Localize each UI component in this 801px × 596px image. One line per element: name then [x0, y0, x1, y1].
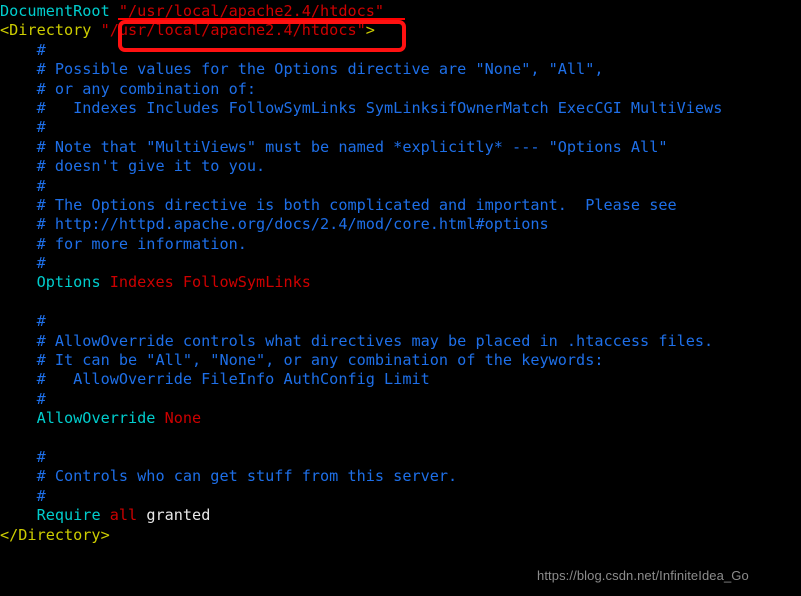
line-12-comment: # http://httpd.apache.org/docs/2.4/mod/c…: [0, 215, 801, 234]
line-14-comment: #: [0, 254, 801, 273]
line-10-comment: #: [0, 177, 801, 196]
line-18-comment: # AllowOverride controls what directives…: [0, 332, 801, 351]
line-19-comment: # It can be "All", "None", or any combin…: [0, 351, 801, 370]
line-23-blank: [0, 429, 801, 448]
line-6-comment: # Indexes Includes FollowSymLinks SymLin…: [0, 99, 801, 118]
code-token-comment: # AllowOverride controls what directives…: [0, 331, 714, 350]
line-17-comment: #: [0, 312, 801, 331]
line-4-comment: # Possible values for the Options direct…: [0, 60, 801, 79]
code-token-tag: >: [365, 21, 375, 40]
code-token-tag: <Directory: [0, 21, 101, 40]
code-token-comment: # The Options directive is both complica…: [0, 195, 677, 214]
watermark-url: https://blog.csdn.net/InfiniteIdea_Go: [537, 568, 749, 583]
code-token-value: all: [109, 506, 138, 525]
code-token-comment: # for more information.: [0, 234, 247, 253]
line-26-comment: #: [0, 487, 801, 506]
line-16-blank: [0, 293, 801, 312]
line-3-comment: #: [0, 41, 801, 60]
code-token-comment: # http://httpd.apache.org/docs/2.4/mod/c…: [0, 215, 549, 234]
code-token-comment: # AllowOverride FileInfo AuthConfig Limi…: [0, 370, 430, 389]
config-file-content[interactable]: DocumentRoot "/usr/local/apache2.4/htdoc…: [0, 2, 801, 545]
code-token-comment: #: [0, 389, 46, 408]
line-9-comment: # doesn't give it to you.: [0, 157, 801, 176]
line-11-comment: # The Options directive is both complica…: [0, 196, 801, 215]
line-13-comment: # for more information.: [0, 235, 801, 254]
code-token-comment: #: [0, 254, 46, 273]
code-token-value: Indexes FollowSymLinks: [109, 273, 311, 292]
code-token-comment: #: [0, 118, 46, 137]
code-token-directive: AllowOverride: [36, 409, 156, 428]
code-token-comment: # or any combination of:: [0, 79, 257, 98]
code-token-directive: Require: [36, 506, 101, 525]
code-token-comment: # doesn't give it to you.: [0, 157, 266, 176]
line-28-directory-close: </Directory>: [0, 526, 801, 545]
terminal-window: DocumentRoot "/usr/local/apache2.4/htdoc…: [0, 0, 801, 596]
code-token-value: None: [164, 409, 202, 428]
line-22-allowoverride: AllowOverride None: [0, 409, 801, 428]
line-25-comment: # Controls who can get stuff from this s…: [0, 467, 801, 486]
line-2-directory-open: <Directory "/usr/local/apache2.4/htdocs"…: [0, 21, 801, 40]
code-token-comment: #: [0, 447, 46, 466]
code-token-comment: # Controls who can get stuff from this s…: [0, 467, 458, 486]
code-token-comment: # Indexes Includes FollowSymLinks SymLin…: [0, 98, 723, 117]
code-token-comment: #: [0, 40, 46, 59]
code-token-value: "/usr/local/apache2.4/htdocs": [100, 21, 366, 40]
line-24-comment: #: [0, 448, 801, 467]
line-20-comment: # AllowOverride FileInfo AuthConfig Limi…: [0, 370, 801, 389]
red-underline-annotation: [118, 18, 405, 20]
line-15-options: Options Indexes FollowSymLinks: [0, 273, 801, 292]
line-21-comment: #: [0, 390, 801, 409]
code-token-comment: # Note that "MultiViews" must be named *…: [0, 137, 668, 156]
code-token-comment: #: [0, 176, 46, 195]
line-5-comment: # or any combination of:: [0, 80, 801, 99]
code-token-tag: </Directory>: [0, 525, 110, 544]
line-27-require: Require all granted: [0, 506, 801, 525]
code-token-comment: #: [0, 486, 46, 505]
code-token-plain: granted: [137, 506, 211, 525]
code-token-directive: DocumentRoot: [0, 2, 110, 20]
code-token-comment: # It can be "All", "None", or any combin…: [0, 351, 604, 370]
line-7-comment: #: [0, 118, 801, 137]
code-token-directive: Options: [36, 273, 101, 292]
code-token-comment: # Possible values for the Options direct…: [0, 60, 604, 79]
code-token-comment: #: [0, 312, 46, 331]
line-8-comment: # Note that "MultiViews" must be named *…: [0, 138, 801, 157]
